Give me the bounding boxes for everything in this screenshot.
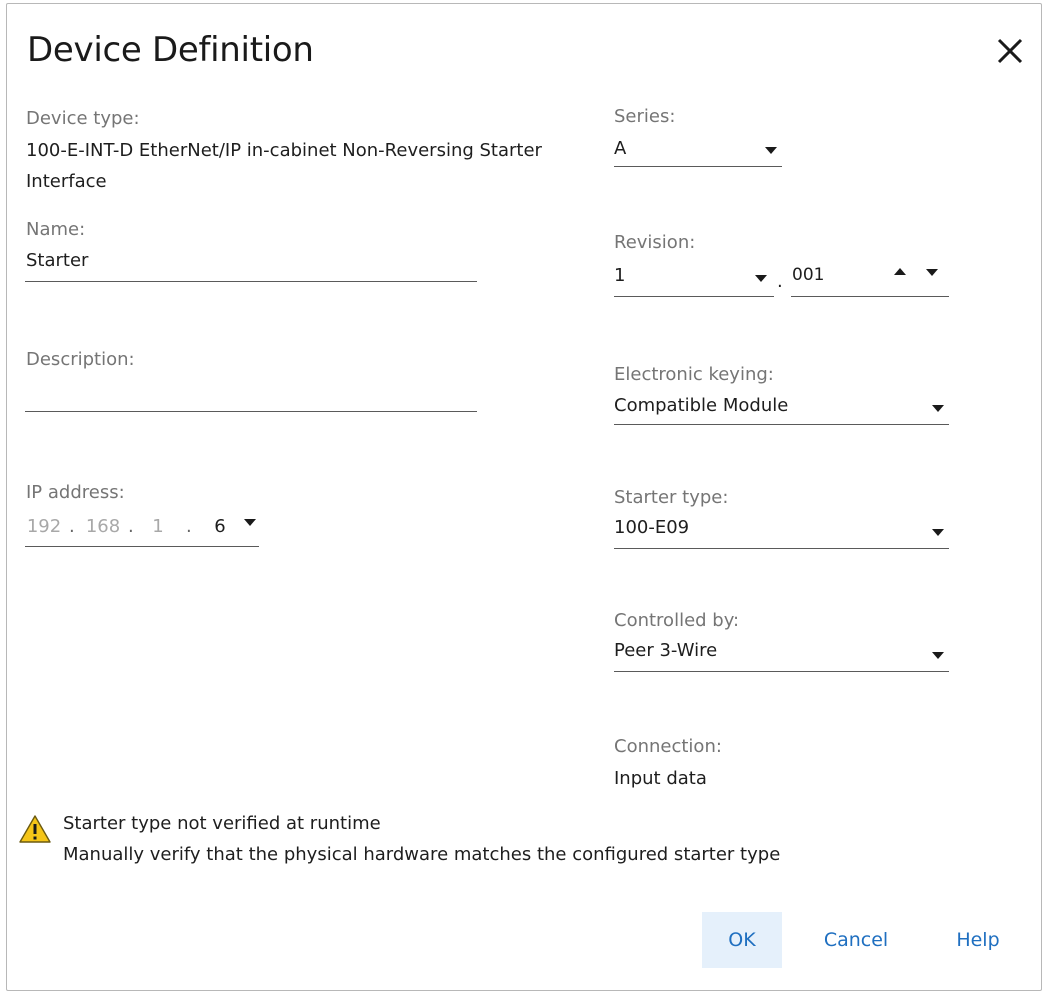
connection-label: Connection: [614, 736, 722, 757]
ip-segment-3[interactable]: 1 [146, 516, 170, 537]
ip-dot-1: . [69, 516, 75, 537]
electronic-keying-select[interactable]: Compatible Module [614, 395, 788, 416]
ip-segment-4[interactable]: 6 [212, 516, 228, 537]
ip-address-label: IP address: [26, 482, 125, 503]
starter-type-chevron-down-icon[interactable] [932, 529, 944, 536]
ip-dot-3: . [186, 516, 192, 537]
ip-address-underline [25, 546, 259, 547]
starter-type-label: Starter type: [614, 487, 729, 508]
revision-major-select[interactable]: 1 [614, 265, 625, 286]
help-button[interactable]: Help [944, 912, 1012, 968]
warning-triangle-icon [19, 815, 51, 843]
revision-minor-underline [791, 296, 949, 297]
cancel-button[interactable]: Cancel [812, 912, 900, 968]
name-field-underline [25, 281, 477, 282]
series-underline [614, 166, 782, 167]
electronic-keying-label: Electronic keying: [614, 364, 774, 385]
revision-major-chevron-down-icon[interactable] [755, 275, 767, 282]
revision-decrement-arrow-down-icon[interactable] [926, 269, 938, 276]
controlled-by-select[interactable]: Peer 3-Wire [614, 640, 717, 661]
ok-button[interactable]: OK [702, 912, 782, 968]
revision-label: Revision: [614, 232, 696, 253]
device-type-label: Device type: [26, 108, 140, 129]
warning-title: Starter type not verified at runtime [63, 813, 381, 834]
description-label: Description: [26, 349, 135, 370]
device-type-value-line2: Interface [26, 171, 107, 192]
series-select[interactable]: A [614, 138, 626, 159]
ip-dot-2: . [128, 516, 134, 537]
series-chevron-down-icon[interactable] [765, 147, 777, 154]
device-type-value-line1: 100-E-INT-D EtherNet/IP in-cabinet Non-R… [26, 140, 542, 161]
controlled-by-underline [614, 671, 949, 672]
warning-message: Manually verify that the physical hardwa… [63, 844, 781, 865]
controlled-by-label: Controlled by: [614, 610, 740, 631]
revision-major-underline [614, 296, 774, 297]
name-field[interactable]: Starter [26, 250, 88, 271]
ip-segment-2[interactable]: 168 [84, 516, 122, 537]
dialog-title: Device Definition [27, 30, 314, 70]
series-label: Series: [614, 106, 676, 127]
connection-value: Input data [614, 768, 707, 789]
description-field[interactable] [26, 380, 476, 406]
ip-segment-1[interactable]: 192 [26, 516, 62, 537]
description-field-underline [25, 411, 477, 412]
close-icon[interactable] [993, 34, 1027, 68]
name-label: Name: [26, 219, 86, 240]
revision-minor-field[interactable]: 001 [792, 265, 824, 285]
controlled-by-chevron-down-icon[interactable] [932, 652, 944, 659]
electronic-keying-chevron-down-icon[interactable] [932, 405, 944, 412]
revision-increment-arrow-up-icon[interactable] [894, 268, 906, 275]
electronic-keying-underline [614, 424, 949, 425]
ip-dropdown-chevron-icon[interactable] [244, 519, 256, 526]
starter-type-select[interactable]: 100-E09 [614, 517, 689, 538]
revision-separator: . [777, 271, 783, 292]
starter-type-underline [614, 548, 949, 549]
